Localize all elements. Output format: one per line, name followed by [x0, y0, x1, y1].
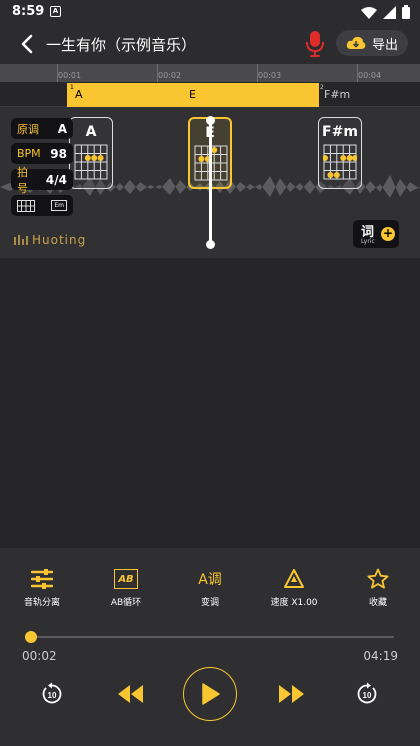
back-arrow-icon[interactable]	[16, 32, 40, 56]
notification-icon: A	[50, 6, 61, 17]
lyric-sublabel: Lyric	[361, 238, 375, 245]
chord-bar[interactable]: 1 A E 2 F#m	[0, 82, 420, 107]
progress-knob[interactable]	[24, 631, 37, 643]
previous-button[interactable]	[114, 681, 146, 707]
brand-icon	[14, 235, 28, 245]
timeline-ruler[interactable]: 00:01 00:02 00:03 00:04	[0, 64, 420, 82]
speed-button[interactable]: 速度 X1.00	[259, 566, 329, 608]
progress-bar[interactable]	[24, 631, 394, 643]
tool-label: AB循环	[110, 598, 142, 608]
fast-rewind-icon	[118, 685, 143, 703]
microphone-icon[interactable]	[305, 30, 325, 58]
fast-forward-icon	[279, 685, 304, 703]
beat-value: 4/4	[45, 172, 67, 187]
wifi-icon	[361, 6, 377, 19]
grid-icon	[17, 199, 35, 212]
chord-segment-label: A	[75, 88, 83, 101]
tool-label: 收藏	[368, 598, 387, 608]
track-separation-button[interactable]: 音轨分离	[7, 566, 77, 608]
favorite-button[interactable]: 收藏	[343, 566, 413, 608]
lyric-button[interactable]: 词 Lyric +	[353, 220, 399, 248]
chord-badge: Em	[51, 200, 67, 211]
rewind-10-button[interactable]: 10	[39, 681, 65, 707]
key-change-button[interactable]: A调 变调	[175, 566, 245, 608]
sliders-icon	[31, 569, 53, 589]
forward-10-button[interactable]: 10	[354, 681, 380, 707]
key-pill[interactable]: 原调 A	[11, 118, 73, 139]
beat-label: 拍号	[17, 165, 28, 195]
bpm-pill[interactable]: BPM 98	[11, 143, 73, 164]
next-button[interactable]	[276, 681, 308, 707]
playhead[interactable]	[206, 116, 215, 249]
chord-grid-pill[interactable]: Em	[11, 195, 73, 216]
bpm-label: BPM	[17, 147, 41, 160]
timeline-label: 00:04	[358, 71, 382, 80]
play-icon	[202, 683, 220, 705]
forward-10-icon: 10	[357, 682, 377, 704]
timeline-label: 00:01	[58, 71, 82, 80]
bpm-value: 98	[50, 146, 67, 161]
total-time: 04:19	[363, 649, 398, 663]
tool-label: 变调	[200, 598, 219, 608]
skip-seconds: 10	[48, 691, 57, 700]
page-title: 一生有你（示例音乐）	[46, 36, 197, 54]
brand-logo: Huoting	[14, 233, 86, 247]
timeline-label: 00:02	[158, 71, 182, 80]
chord-card-a[interactable]: A	[69, 117, 113, 189]
plus-icon: +	[381, 226, 395, 241]
top-bar: 一生有你（示例音乐） 导出	[0, 24, 420, 64]
key-label: 原调	[17, 122, 39, 136]
status-bar: 8:59 A	[0, 0, 420, 24]
control-panel: 音轨分离 AB AB循环 A调 变调 速度 X1.00 收藏 00:02 04:…	[0, 548, 420, 746]
replay-10-icon: 10	[42, 682, 62, 704]
speed-icon	[284, 569, 304, 588]
ab-loop-button[interactable]: AB AB循环	[91, 566, 161, 608]
key-value: A	[57, 121, 67, 136]
play-button[interactable]	[183, 667, 237, 721]
chord-name: F#m	[322, 124, 358, 140]
chord-card-fsharp-m[interactable]: F#m	[318, 117, 362, 189]
chord-segment-label: E	[189, 88, 196, 101]
timeline-label: 00:03	[258, 71, 282, 80]
bar-number: 1	[70, 84, 74, 91]
current-time: 00:02	[22, 649, 57, 663]
chord-name: A	[85, 124, 97, 140]
signal-icon	[383, 5, 396, 19]
status-icons	[361, 5, 410, 19]
status-time: 8:59	[12, 4, 45, 19]
ab-loop-icon: AB	[114, 569, 138, 589]
tool-label: 速度 X1.00	[270, 598, 318, 608]
key-change-icon: A调	[198, 572, 222, 588]
battery-icon	[402, 5, 410, 19]
star-icon	[367, 568, 389, 589]
chord-segment-label: F#m	[324, 88, 351, 101]
tool-row: 音轨分离 AB AB循环 A调 变调 速度 X1.00 收藏	[0, 566, 420, 612]
brand-name: Huoting	[32, 233, 87, 247]
chord-diagram	[323, 144, 357, 180]
cloud-download-icon	[346, 36, 366, 49]
chord-diagram	[74, 144, 108, 180]
export-button[interactable]: 导出	[336, 30, 408, 56]
export-label: 导出	[371, 37, 398, 53]
skip-seconds: 10	[363, 691, 372, 700]
tool-label: 音轨分离	[23, 598, 60, 608]
beat-pill[interactable]: 拍号 4/4	[11, 166, 73, 195]
